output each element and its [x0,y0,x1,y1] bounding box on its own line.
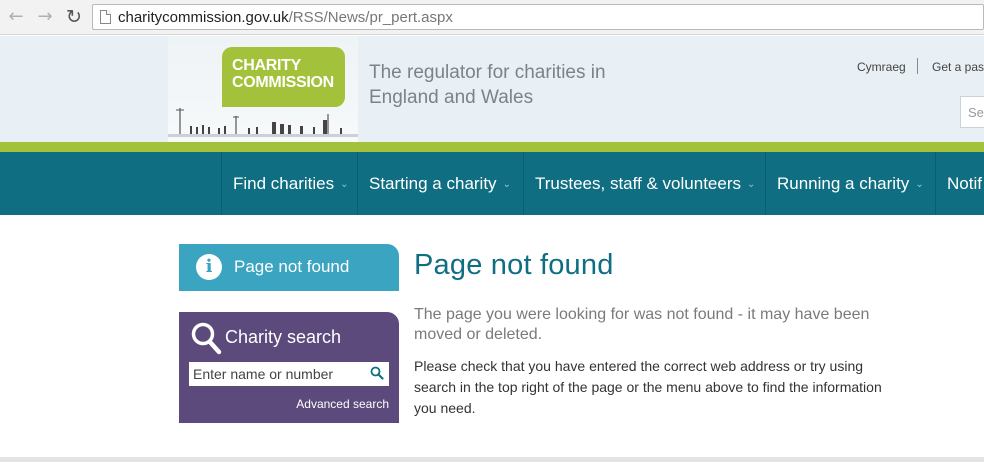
get-password-link[interactable]: Get a pas [932,60,984,74]
advanced-search-link[interactable]: Advanced search [296,397,389,411]
site-tagline: The regulator for charities in England a… [369,62,606,108]
chevron-down-icon: ⌄ [502,179,511,190]
logo-line-1: CHARITY [232,57,302,74]
nav-notifications[interactable]: Notif [935,152,984,215]
nav-label: Trustees, staff & volunteers [535,174,741,193]
nav-starting-a-charity[interactable]: Starting a charity ⌄ [357,152,523,215]
magnifier-icon [191,322,222,355]
forward-arrow-icon[interactable]: → [34,6,56,28]
browser-toolbar: ← → ↻ charitycommission.gov.uk/RSS/News/… [0,0,984,35]
header-search-input[interactable]: Se [960,96,984,128]
url-domain: charitycommission.gov.uk [118,9,289,26]
address-bar[interactable]: charitycommission.gov.uk/RSS/News/pr_per… [92,4,984,30]
skyline-illustration-icon [168,108,358,137]
chevron-down-icon: ⌄ [915,179,924,190]
util-divider [917,58,918,74]
page-not-found-panel: i Page not found [179,244,399,291]
nav-find-charities[interactable]: Find charities ⌄ [221,152,357,215]
reload-icon[interactable]: ↻ [63,6,85,28]
nav-label: Starting a charity [369,174,497,193]
lead-paragraph: The page you were looking for was not fo… [414,306,870,343]
url-path: /RSS/News/pr_pert.aspx [288,9,453,26]
back-arrow-icon[interactable]: ← [5,6,27,28]
charity-search-input[interactable]: Enter name or number [189,362,389,386]
nav-label: Running a charity [777,174,910,193]
footer-edge [0,457,984,462]
chevron-down-icon: ⌄ [340,179,349,190]
header-accent-stripe [0,142,984,152]
charity-search-panel: Charity search Enter name or number Adva… [179,312,399,423]
nav-trustees-staff-volunteers[interactable]: Trustees, staff & volunteers ⌄ [523,152,765,215]
nav-label: Notif [947,174,982,193]
search-icon[interactable] [370,366,384,380]
nav-running-a-charity[interactable]: Running a charity ⌄ [765,152,935,215]
page-not-found-label: Page not found [234,257,350,276]
nav-label: Find charities [233,174,335,193]
url-text: charitycommission.gov.uk/RSS/News/pr_per… [118,9,453,26]
charity-search-placeholder: Enter name or number [193,366,334,382]
info-icon: i [196,254,222,280]
cymraeg-link[interactable]: Cymraeg [857,60,906,74]
page-title: Page not found [414,249,614,281]
chevron-down-icon: ⌄ [746,179,756,190]
main-navigation: Find charities ⌄ Starting a charity ⌄ Trus… [0,152,984,215]
page-icon [100,10,111,24]
charity-search-title: Charity search [225,327,342,347]
body-paragraph: Please check that you have entered the c… [414,358,882,416]
logo-line-2: COMMISSION [232,74,334,91]
